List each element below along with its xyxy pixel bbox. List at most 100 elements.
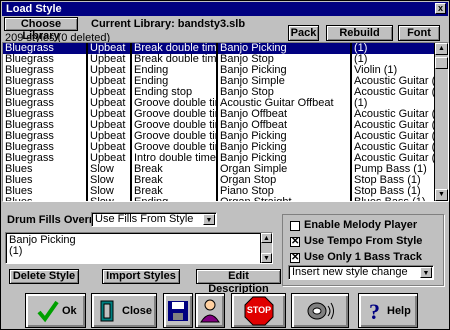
- table-cell[interactable]: Upbeat: [88, 65, 130, 76]
- column-instrument[interactable]: Banjo Picking Banjo Stop Banjo Picking Banj…: [218, 43, 352, 201]
- table-cell[interactable]: Upbeat: [88, 131, 130, 142]
- font-button[interactable]: Font: [398, 25, 440, 41]
- scroll-down-icon[interactable]: ▼: [261, 253, 272, 263]
- table-cell[interactable]: Break: [132, 175, 216, 186]
- style-description[interactable]: Banjo Picking (1) ▲ ▼: [5, 232, 273, 264]
- table-cell[interactable]: Upbeat: [88, 54, 130, 65]
- table-cell[interactable]: Banjo Picking: [218, 142, 350, 153]
- table-cell[interactable]: Groove double time: [132, 98, 216, 109]
- table-cell[interactable]: Blues: [3, 197, 86, 201]
- table-cell[interactable]: Upbeat: [88, 43, 130, 54]
- table-cell[interactable]: Banjo Stop: [218, 54, 350, 65]
- table-cell[interactable]: Slow: [88, 164, 130, 175]
- table-cell[interactable]: Bluegrass: [3, 76, 86, 87]
- table-cell[interactable]: Banjo Offbeat: [218, 109, 350, 120]
- drum-fills-select[interactable]: Use Fills From Style ▼: [91, 212, 217, 227]
- table-cell[interactable]: Groove double time: [132, 120, 216, 131]
- import-styles-button[interactable]: Import Styles: [102, 269, 180, 284]
- table-cell[interactable]: Banjo Picking: [218, 153, 350, 164]
- table-cell[interactable]: Bluegrass: [3, 54, 86, 65]
- table-cell[interactable]: Banjo Picking: [218, 131, 350, 142]
- scroll-down-icon[interactable]: ▼: [435, 189, 448, 201]
- table-cell[interactable]: Break: [132, 164, 216, 175]
- column-feel[interactable]: Upbeat Upbeat Upbeat Upbeat Upbeat Upbeat Upbe…: [88, 43, 132, 201]
- table-cell[interactable]: (1): [352, 54, 440, 65]
- table-cell[interactable]: Banjo Stop: [218, 87, 350, 98]
- table-cell[interactable]: Slow: [88, 186, 130, 197]
- table-cell[interactable]: Intro double time: [132, 153, 216, 164]
- styles-scrollbar[interactable]: ▲ ▼: [434, 43, 448, 201]
- table-cell[interactable]: Upbeat: [88, 120, 130, 131]
- close-button[interactable]: Close: [91, 293, 157, 328]
- table-cell[interactable]: Upbeat: [88, 109, 130, 120]
- table-cell[interactable]: Pump Bass (1): [352, 164, 440, 175]
- table-cell[interactable]: Upbeat: [88, 142, 130, 153]
- table-cell[interactable]: Piano Stop: [218, 186, 350, 197]
- table-cell[interactable]: Violin (1): [352, 65, 440, 76]
- table-cell[interactable]: Banjo Offbeat: [218, 120, 350, 131]
- table-cell[interactable]: Organ Simple: [218, 164, 350, 175]
- table-cell[interactable]: Stop Bass (1): [352, 175, 440, 186]
- person-button[interactable]: [195, 293, 225, 328]
- table-cell[interactable]: Bluegrass: [3, 43, 86, 54]
- table-cell[interactable]: Slow: [88, 197, 130, 201]
- style-change-select[interactable]: Insert new style change ▼: [288, 265, 434, 280]
- table-cell[interactable]: Organ Straight: [218, 197, 350, 201]
- table-cell[interactable]: (1): [352, 98, 440, 109]
- table-cell[interactable]: Ending: [132, 65, 216, 76]
- table-cell[interactable]: Bluegrass: [3, 65, 86, 76]
- table-cell[interactable]: Upbeat: [88, 76, 130, 87]
- column-genre[interactable]: Bluegrass Bluegrass Bluegrass Bluegrass Blue…: [3, 43, 88, 201]
- table-cell[interactable]: Acoustic Guitar Offbeat: [218, 98, 350, 109]
- table-cell[interactable]: Ending: [132, 197, 216, 201]
- ok-button[interactable]: Ok: [25, 293, 86, 328]
- enable-melody-checkbox[interactable]: [290, 221, 300, 231]
- help-button[interactable]: ? Help: [358, 293, 418, 328]
- scroll-up-icon[interactable]: ▲: [435, 43, 448, 55]
- table-cell[interactable]: Groove double time: [132, 109, 216, 120]
- table-cell[interactable]: Blues: [3, 175, 86, 186]
- table-cell[interactable]: Upbeat: [88, 87, 130, 98]
- chevron-down-icon[interactable]: ▼: [420, 267, 432, 278]
- table-cell[interactable]: (1): [352, 43, 440, 54]
- chevron-down-icon[interactable]: ▼: [203, 214, 215, 225]
- table-cell[interactable]: Bluegrass: [3, 98, 86, 109]
- table-cell[interactable]: Bluegrass: [3, 120, 86, 131]
- scroll-thumb[interactable]: [435, 57, 448, 69]
- table-cell[interactable]: Stop Bass (1): [352, 186, 440, 197]
- column-pattern[interactable]: Break double time Break double time Ending…: [132, 43, 218, 201]
- table-cell[interactable]: Banjo Simple: [218, 76, 350, 87]
- table-cell[interactable]: Acoustic Guitar (1): [352, 76, 440, 87]
- table-cell[interactable]: Acoustic Guitar (1): [352, 153, 440, 164]
- choose-library-button[interactable]: Choose Library: [4, 17, 78, 42]
- table-cell[interactable]: Blues: [3, 186, 86, 197]
- delete-style-button[interactable]: Delete Style: [9, 269, 79, 284]
- scroll-up-icon[interactable]: ▲: [261, 233, 272, 243]
- speaker-button[interactable]: [291, 293, 349, 328]
- table-cell[interactable]: Blues: [3, 164, 86, 175]
- table-cell[interactable]: Ending stop: [132, 87, 216, 98]
- pack-button[interactable]: Pack: [288, 25, 319, 41]
- table-cell[interactable]: Upbeat: [88, 98, 130, 109]
- table-cell[interactable]: Banjo Picking: [218, 65, 350, 76]
- table-cell[interactable]: Break double time: [132, 54, 216, 65]
- table-cell[interactable]: Acoustic Guitar (1): [352, 87, 440, 98]
- table-cell[interactable]: Groove double time: [132, 142, 216, 153]
- table-cell[interactable]: Banjo Picking: [218, 43, 350, 54]
- styles-table[interactable]: Bluegrass Bluegrass Bluegrass Bluegrass Blue…: [2, 42, 449, 202]
- table-cell[interactable]: Acoustic Guitar (2): [352, 120, 440, 131]
- use-one-bass-checkbox[interactable]: ✕: [290, 253, 300, 263]
- table-cell[interactable]: Bluegrass: [3, 142, 86, 153]
- table-cell[interactable]: Upbeat: [88, 153, 130, 164]
- edit-description-button[interactable]: Edit Description: [196, 269, 281, 295]
- table-cell[interactable]: Break double time: [132, 43, 216, 54]
- rebuild-index-button[interactable]: Rebuild Index: [326, 25, 393, 53]
- table-cell[interactable]: Bluegrass: [3, 153, 86, 164]
- table-cell[interactable]: Groove double time: [132, 131, 216, 142]
- save-button[interactable]: [163, 293, 193, 328]
- column-part[interactable]: (1) (1) Violin (1) Acoustic Guitar (1) Acous…: [352, 43, 440, 201]
- table-cell[interactable]: Acoustic Guitar (2): [352, 142, 440, 153]
- description-scrollbar[interactable]: ▲ ▼: [260, 233, 272, 263]
- table-cell[interactable]: Acoustic Guitar (1): [352, 131, 440, 142]
- table-cell[interactable]: Bluegrass: [3, 131, 86, 142]
